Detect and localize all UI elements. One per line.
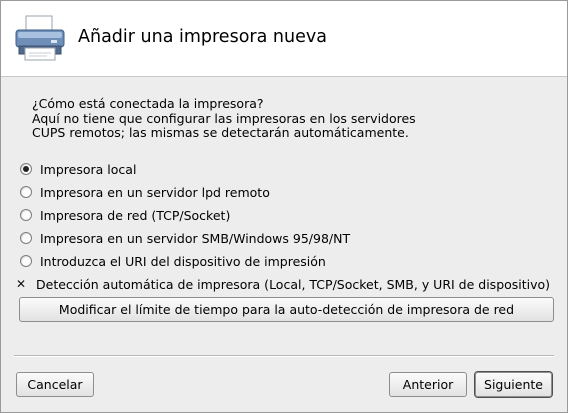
- modify-timeout-button[interactable]: Modificar el límite de tiempo para la au…: [19, 297, 554, 322]
- printer-icon: [15, 15, 65, 61]
- dialog-title: Añadir una impresora nueva: [78, 27, 327, 47]
- button-separator: [14, 355, 554, 357]
- radio-button-selected[interactable]: [20, 163, 32, 175]
- auto-detect-label: Detección automática de impresora (Local…: [36, 276, 551, 292]
- radio-network-printer[interactable]: Impresora de red (TCP/Socket): [20, 206, 230, 224]
- radio-label: Impresora local: [40, 161, 137, 177]
- radio-button[interactable]: [20, 186, 32, 198]
- radio-device-uri[interactable]: Introduzca el URI del dispositivo de imp…: [20, 252, 326, 270]
- radio-button[interactable]: [20, 232, 32, 244]
- question-line: Aquí no tiene que configurar las impreso…: [32, 110, 416, 126]
- next-button[interactable]: Siguiente: [475, 372, 552, 397]
- radio-local-printer[interactable]: Impresora local: [20, 160, 136, 178]
- connection-question: ¿Cómo está conectada la impresora? Aquí …: [32, 96, 416, 141]
- radio-label: Introduzca el URI del dispositivo de imp…: [40, 253, 326, 269]
- auto-detect-checkbox[interactable]: ✕: [15, 278, 27, 290]
- cancel-button[interactable]: Cancelar: [16, 372, 94, 397]
- radio-button[interactable]: [20, 255, 32, 267]
- question-line: CUPS remotos; las mismas se detectarán a…: [32, 125, 409, 140]
- radio-button[interactable]: [20, 209, 32, 221]
- radio-label: Impresora en un servidor SMB/Windows 95/…: [40, 230, 351, 246]
- dialog-header: Añadir una impresora nueva: [1, 1, 567, 77]
- radio-label: Impresora de red (TCP/Socket): [40, 207, 231, 223]
- radio-smb-server[interactable]: Impresora en un servidor SMB/Windows 95/…: [20, 229, 350, 247]
- radio-lpd-server[interactable]: Impresora en un servidor lpd remoto: [20, 183, 270, 201]
- radio-label: Impresora en un servidor lpd remoto: [40, 184, 270, 200]
- question-line: ¿Cómo está conectada la impresora?: [32, 96, 264, 111]
- auto-detect-checkbox-row[interactable]: ✕ Detección automática de impresora (Loc…: [15, 275, 550, 293]
- back-button[interactable]: Anterior: [389, 372, 467, 397]
